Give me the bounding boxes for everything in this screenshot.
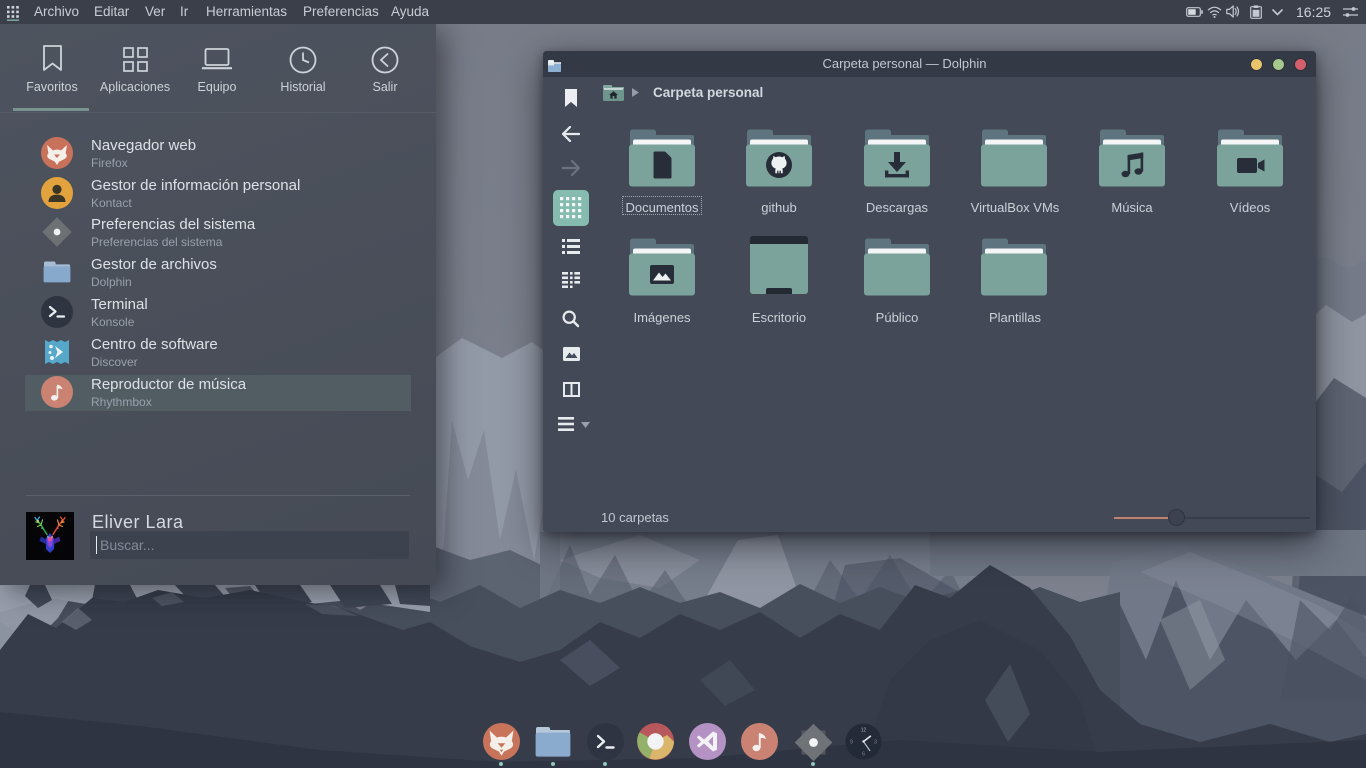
- svg-text:3: 3: [874, 740, 877, 746]
- svg-text:6: 6: [862, 752, 865, 758]
- svg-text:9: 9: [850, 740, 853, 746]
- svg-text:12: 12: [861, 728, 867, 734]
